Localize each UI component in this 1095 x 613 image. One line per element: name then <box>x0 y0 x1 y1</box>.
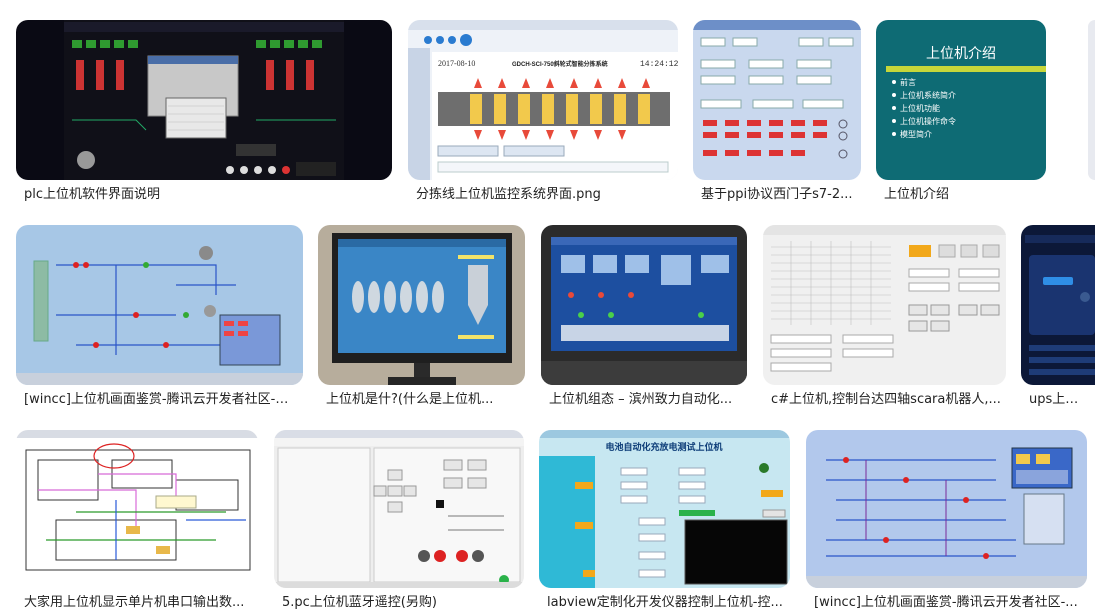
result-tile[interactable]: 基于ppi协议西门子s7-2... <box>693 20 861 210</box>
result-tile[interactable]: 上位机介绍 前言 上位机系统简介 上位机功能 上位机操作命令 模型简介 上位机介… <box>876 20 1046 210</box>
result-thumbnail[interactable] <box>541 225 747 385</box>
result-caption[interactable]: 上位机介绍 <box>884 187 1042 203</box>
result-thumbnail[interactable] <box>274 430 524 588</box>
result-caption[interactable]: 上位机是什?(什么是上位机... <box>326 392 521 408</box>
sorting-title: GDCH-SCI-750斜轮式智能分拣系统 <box>512 60 608 68</box>
result-tile[interactable]: [wincc]上位机画面鉴赏-腾讯云开发者社区-腾... <box>16 225 303 415</box>
result-caption[interactable]: 基于ppi协议西门子s7-2... <box>701 187 857 203</box>
result-thumbnail[interactable] <box>318 225 525 385</box>
slide-bullet: 前言 <box>900 77 916 87</box>
result-thumbnail[interactable] <box>1021 225 1095 385</box>
sorting-time: 14:24:12 <box>640 60 678 69</box>
ppi-protocol-screenshot <box>693 20 861 180</box>
sorting-line-screenshot: 2017-08-10 GDCH-SCI-750斜轮式智能分拣系统 14:24:1… <box>408 20 678 180</box>
slide-bullet: 上位机操作命令 <box>900 116 956 126</box>
monitor-photo <box>318 225 525 385</box>
slide-bullet: 模型简介 <box>900 129 932 139</box>
result-tile[interactable]: 2017-08-10 GDCH-SCI-750斜轮式智能分拣系统 14:24:1… <box>408 20 678 210</box>
result-caption[interactable]: 上位机组态 – 滨州致力自动化... <box>549 392 743 408</box>
result-caption[interactable]: ups上位机 <box>1029 392 1091 408</box>
result-tile[interactable]: 上位机组态 – 滨州致力自动化... <box>541 225 747 415</box>
result-tile[interactable]: 大家用上位机显示单片机串口输出数... <box>16 430 258 613</box>
result-caption[interactable]: 大家用上位机显示单片机串口输出数... <box>24 595 254 611</box>
result-thumbnail[interactable] <box>693 20 861 180</box>
result-caption[interactable]: [wincc]上位机画面鉴赏-腾讯云开发者社区-... <box>814 595 1083 611</box>
result-thumbnail[interactable]: 电池自动化充放电测试上位机 <box>539 430 790 588</box>
bluetooth-remote-screenshot <box>274 430 524 588</box>
labview-diagram-screenshot <box>16 430 258 588</box>
result-thumbnail[interactable] <box>16 20 392 180</box>
battery-test-screenshot: 电池自动化充放电测试上位机 <box>539 430 790 588</box>
slide-screenshot: 上位机介绍 前言 上位机系统简介 上位机功能 上位机操作命令 模型简介 <box>876 20 1046 180</box>
monitor-photo <box>541 225 747 385</box>
result-caption[interactable]: labview定制化开发仪器控制上位机-控... <box>547 595 786 611</box>
result-tile[interactable]: [wincc]上位机画面鉴赏-腾讯云开发者社区-... <box>806 430 1087 613</box>
result-thumbnail[interactable] <box>806 430 1087 588</box>
wincc-screenshot <box>16 225 303 385</box>
battery-test-title: 电池自动化充放电测试上位机 <box>605 441 722 452</box>
sorting-date: 2017-08-10 <box>438 59 475 68</box>
plc-hmi-screenshot <box>16 20 392 180</box>
result-tile[interactable]: c#上位机,控制台达四轴scara机器人,... <box>763 225 1006 415</box>
result-thumbnail[interactable] <box>1088 20 1095 180</box>
result-tile[interactable]: 上位机是什?(什么是上位机... <box>318 225 525 415</box>
result-thumbnail[interactable] <box>16 225 303 385</box>
result-caption[interactable]: 5.pc上位机蓝牙遥控(另购) <box>282 595 520 611</box>
slide-bullet: 上位机系统简介 <box>900 90 956 100</box>
result-thumbnail[interactable]: 上位机介绍 前言 上位机系统简介 上位机功能 上位机操作命令 模型简介 <box>876 20 1046 180</box>
result-thumbnail[interactable]: 2017-08-10 GDCH-SCI-750斜轮式智能分拣系统 14:24:1… <box>408 20 678 180</box>
result-thumbnail[interactable] <box>16 430 258 588</box>
result-thumbnail[interactable] <box>763 225 1006 385</box>
slide-bullet: 上位机功能 <box>900 103 940 113</box>
result-caption[interactable]: 分拣线上位机监控系统界面.png <box>416 187 674 203</box>
result-tile[interactable]: 5.pc上位机蓝牙遥控(另购) <box>274 430 524 613</box>
result-caption[interactable]: [wincc]上位机画面鉴赏-腾讯云开发者社区-腾... <box>24 392 299 408</box>
result-caption[interactable]: c#上位机,控制台达四轴scara机器人,... <box>771 392 1002 408</box>
scara-screenshot <box>763 225 1006 385</box>
slide-heading: 上位机介绍 <box>926 46 996 62</box>
result-tile[interactable]: plc上位机软件界面说明 <box>16 20 392 210</box>
wincc-screenshot <box>806 430 1087 588</box>
result-tile[interactable]: 电池自动化充放电测试上位机 labview定制化开发仪器控制上位机-控... <box>539 430 790 613</box>
ups-screenshot <box>1021 225 1095 385</box>
result-tile-partial[interactable]: ups上位机 <box>1021 225 1095 415</box>
result-tile-partial[interactable] <box>1088 20 1095 180</box>
result-caption[interactable]: plc上位机软件界面说明 <box>24 187 388 203</box>
